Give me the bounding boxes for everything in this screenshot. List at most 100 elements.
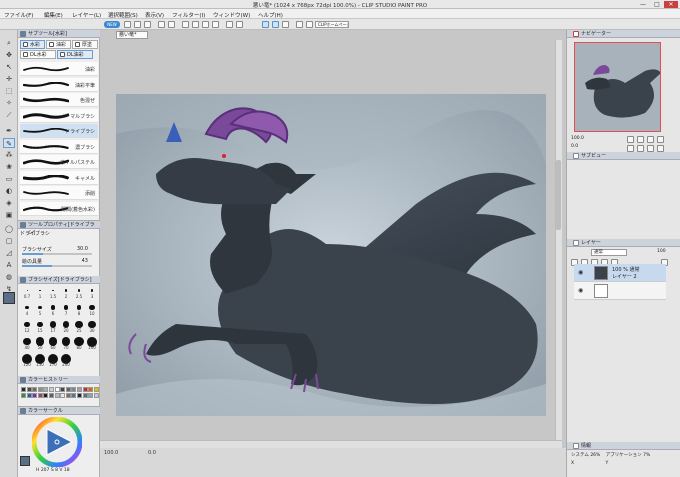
vertical-scrollbar[interactable]: [555, 40, 562, 440]
rotate-left-icon[interactable]: [627, 145, 634, 152]
blend-mode-select[interactable]: 通常: [591, 249, 627, 256]
tab-oil[interactable]: 油彩: [46, 40, 71, 49]
brush-size-preset[interactable]: 3: [86, 286, 98, 299]
snap-grid-icon[interactable]: [282, 21, 289, 28]
balloon-tool-icon[interactable]: ◍: [3, 272, 15, 282]
menu-view[interactable]: 表示(V): [145, 11, 164, 19]
menu-filter[interactable]: フィルター(I): [172, 11, 205, 19]
color-swatch[interactable]: [21, 387, 26, 392]
new-badge[interactable]: NEW: [104, 21, 120, 28]
ruler-tool-icon[interactable]: ◿: [3, 248, 15, 258]
brush-size-preset[interactable]: 40: [21, 337, 33, 350]
color-swatch[interactable]: [49, 393, 54, 398]
brush-size-preset[interactable]: 80: [73, 337, 85, 350]
color-swatch[interactable]: [77, 393, 82, 398]
menu-selection[interactable]: 選択範囲(S): [108, 11, 138, 19]
color-swatch[interactable]: [88, 393, 94, 398]
brush-item[interactable]: 隙間(着色水彩): [20, 201, 98, 216]
menu-layer[interactable]: レイヤー(L): [72, 11, 101, 19]
tab-watercolor[interactable]: 水彩: [20, 40, 45, 49]
vertical-scroll-thumb[interactable]: [556, 160, 561, 230]
redo-icon[interactable]: [168, 21, 175, 28]
zoom-tool-icon[interactable]: ⌕: [3, 38, 15, 48]
menu-file[interactable]: ファイル(F): [4, 11, 33, 19]
color-swatch[interactable]: [82, 387, 88, 392]
reset-rotation-icon[interactable]: [657, 145, 664, 152]
color-swatch[interactable]: [93, 393, 99, 398]
horizontal-scrollbar[interactable]: [100, 440, 562, 448]
decoration-tool-icon[interactable]: ❀: [3, 162, 15, 172]
snap-special-ruler-icon[interactable]: [272, 21, 279, 28]
navigator-zoom[interactable]: 100.0: [571, 136, 584, 141]
brush-size-preset[interactable]: 25: [73, 320, 85, 333]
navigator-angle[interactable]: 0.0: [571, 144, 578, 149]
zoom-readout[interactable]: 100.0: [104, 450, 118, 456]
color-swatch[interactable]: [26, 387, 32, 392]
close-button[interactable]: ✕: [664, 1, 678, 8]
clip-studio-icon[interactable]: [296, 21, 303, 28]
maximize-button[interactable]: □: [650, 1, 664, 8]
operation-tool-icon[interactable]: ↖: [3, 62, 15, 72]
new-file-icon[interactable]: [124, 21, 131, 28]
rotate-right-icon[interactable]: [637, 145, 644, 152]
fill-tool-icon[interactable]: ◈: [3, 198, 15, 208]
deselect-icon[interactable]: [226, 21, 233, 28]
minimize-button[interactable]: —: [636, 1, 650, 8]
color-swatch[interactable]: [26, 393, 32, 398]
transform-icon[interactable]: [212, 21, 219, 28]
brush-size-preset[interactable]: 200: [60, 354, 72, 367]
angle-readout[interactable]: 0.0: [148, 450, 156, 456]
color-swatch[interactable]: [43, 387, 49, 392]
auto-select-tool-icon[interactable]: ✧: [3, 98, 15, 108]
brush-size-preset[interactable]: 70: [60, 337, 72, 350]
layer-opacity[interactable]: 100: [657, 249, 666, 254]
color-swatch[interactable]: [54, 387, 60, 392]
pen-tool-icon[interactable]: ✒: [3, 126, 15, 136]
clip-homepage-button[interactable]: CLIPホームページ: [315, 21, 349, 28]
fill-icon[interactable]: [202, 21, 209, 28]
color-swatch[interactable]: [54, 393, 60, 398]
brush-size-preset[interactable]: 170: [47, 354, 59, 367]
figure-tool-icon[interactable]: ◯: [3, 224, 15, 234]
zoom-in-icon[interactable]: [627, 136, 634, 143]
brush-size-preset[interactable]: 2: [60, 286, 72, 299]
color-swatch[interactable]: [88, 387, 94, 392]
brush-size-preset[interactable]: 1.5: [47, 286, 59, 299]
main-color-swatch[interactable]: [3, 292, 15, 304]
color-swatch[interactable]: [60, 387, 66, 392]
brush-size-preset[interactable]: 12: [21, 320, 33, 333]
zoom-out-icon[interactable]: [637, 136, 644, 143]
document-tab[interactable]: 悪い竜*: [116, 31, 148, 39]
brush-size-preset[interactable]: 8: [73, 303, 85, 316]
color-swatch[interactable]: [71, 387, 77, 392]
document-canvas[interactable]: [116, 94, 546, 416]
brush-size-preset[interactable]: 2.5: [73, 286, 85, 299]
brush-item[interactable]: 色混ぜ: [20, 93, 98, 107]
snap-ruler-icon[interactable]: [262, 21, 269, 28]
move-layer-tool-icon[interactable]: ✛: [3, 74, 15, 84]
brush-size-preset[interactable]: 7: [60, 303, 72, 316]
tab-dl-watercolor[interactable]: DL水彩: [20, 50, 56, 59]
brush-size-preset[interactable]: 30: [86, 320, 98, 333]
brush-size-preset[interactable]: 0.7: [21, 286, 33, 299]
brush-item[interactable]: キャメル: [20, 170, 98, 185]
menu-help[interactable]: ヘルプ(H): [258, 11, 283, 19]
eraser-tool-icon[interactable]: ▭: [3, 174, 15, 184]
brush-item[interactable]: 添削: [20, 186, 98, 200]
brush-item[interactable]: ノーマルブラシ: [20, 108, 98, 123]
brush-size-preset[interactable]: 150: [34, 354, 46, 367]
color-swatch[interactable]: [21, 393, 26, 398]
paint-amount-row[interactable]: 絵の具量 43: [22, 258, 98, 267]
brush-size-preset[interactable]: 4: [21, 303, 33, 316]
brush-size-preset[interactable]: 120: [21, 354, 33, 367]
color-swatch[interactable]: [77, 387, 82, 392]
fit-view-icon[interactable]: [647, 136, 654, 143]
color-swatch[interactable]: [71, 393, 77, 398]
gradient-tool-icon[interactable]: ▣: [3, 210, 15, 220]
actual-size-icon[interactable]: [657, 136, 664, 143]
color-swatch[interactable]: [65, 387, 71, 392]
invert-selection-icon[interactable]: [236, 21, 243, 28]
brush-size-slider[interactable]: [22, 253, 92, 255]
color-swatch[interactable]: [37, 387, 43, 392]
save-icon[interactable]: [144, 21, 151, 28]
